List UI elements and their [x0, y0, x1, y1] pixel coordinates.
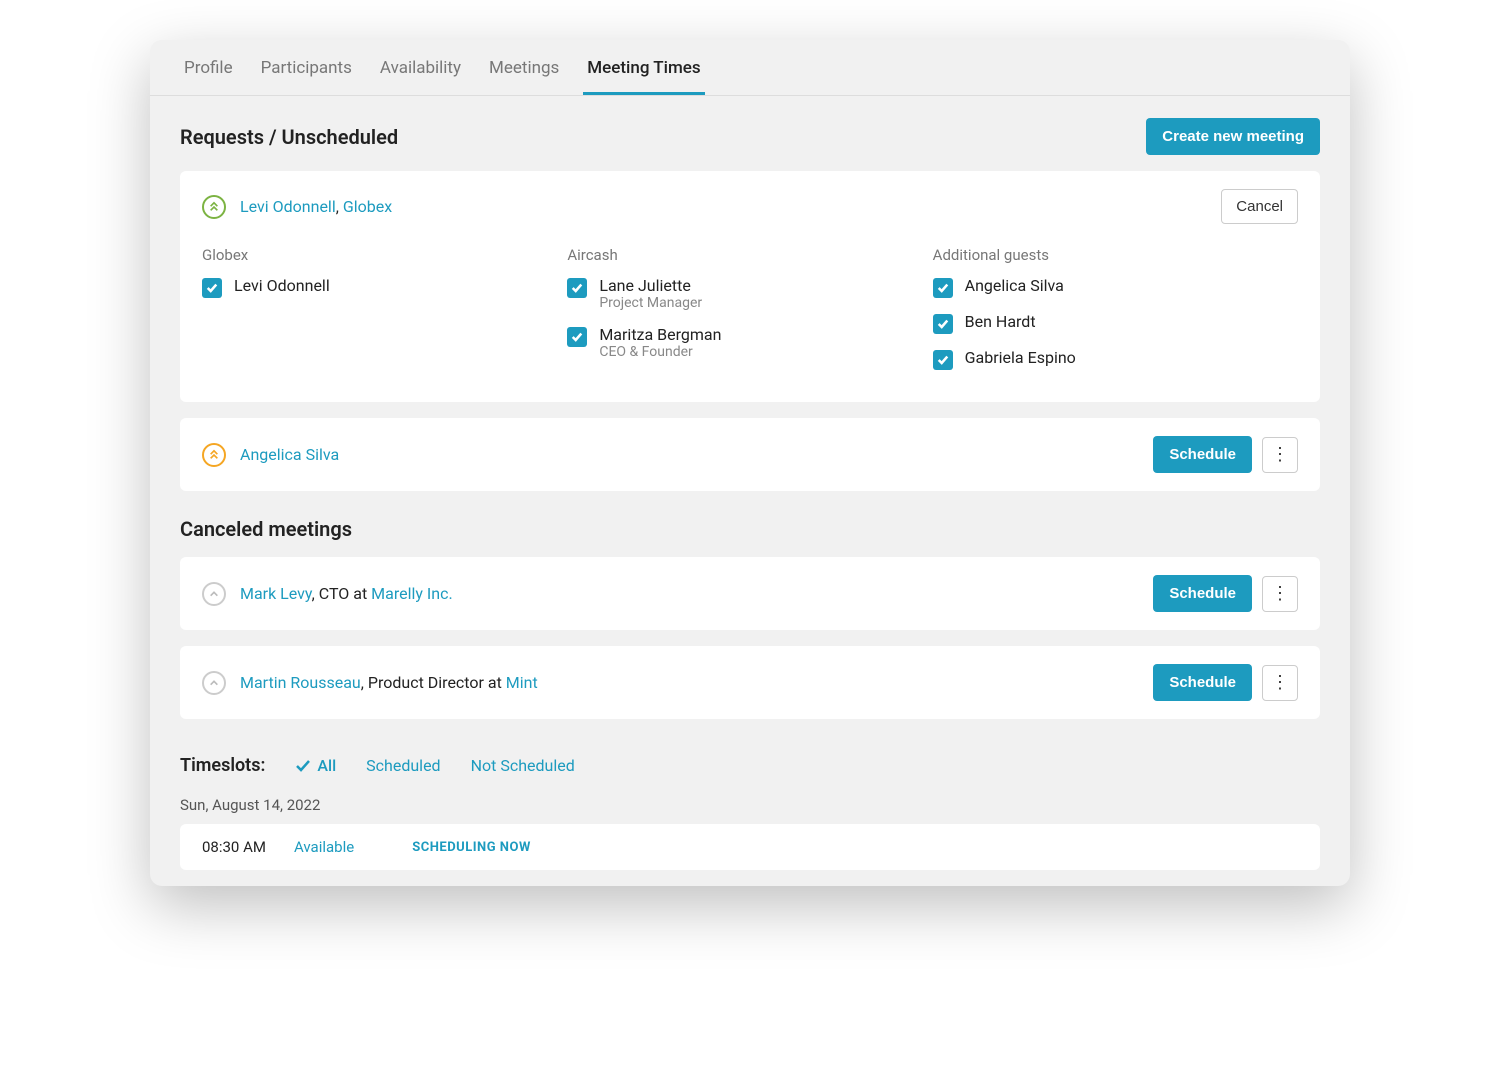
attendee-name: Angelica Silva: [965, 276, 1064, 295]
attendee-item: Gabriela Espino: [933, 348, 1298, 370]
scheduling-now-label: SCHEDULING NOW: [412, 840, 531, 855]
col-title: Globex: [202, 246, 567, 264]
tab-profile[interactable]: Profile: [180, 40, 237, 95]
slot-status[interactable]: Available: [294, 838, 354, 856]
timeslot-row: 08:30 AM Available SCHEDULING NOW: [180, 824, 1320, 870]
tab-availability[interactable]: Availability: [376, 40, 465, 95]
tab-meeting-times[interactable]: Meeting Times: [583, 40, 704, 95]
date-label: Sun, August 14, 2022: [150, 786, 1350, 824]
more-menu-button[interactable]: ⋮: [1262, 576, 1298, 612]
priority-high-icon: [202, 195, 226, 219]
filter-scheduled[interactable]: Scheduled: [366, 756, 440, 775]
create-meeting-button[interactable]: Create new meeting: [1146, 118, 1320, 155]
request-card: Levi Odonnell, Globex Cancel Globex Levi…: [180, 171, 1320, 402]
col-title: Aircash: [567, 246, 932, 264]
checkbox[interactable]: [567, 327, 587, 347]
tab-participants[interactable]: Participants: [257, 40, 356, 95]
canceled-person: Mark Levy, CTO at Marelly Inc.: [240, 584, 453, 603]
attendee-item: Angelica Silva: [933, 276, 1298, 298]
checkbox[interactable]: [567, 278, 587, 298]
canceled-person: Martin Rousseau, Product Director at Min…: [240, 673, 538, 692]
more-menu-button[interactable]: ⋮: [1262, 437, 1298, 473]
canceled-title: Canceled meetings: [180, 517, 352, 541]
company-link[interactable]: Globex: [343, 197, 392, 216]
checkbox[interactable]: [933, 350, 953, 370]
attendee-name: Gabriela Espino: [965, 348, 1076, 367]
col-title: Additional guests: [933, 246, 1298, 264]
schedule-button[interactable]: Schedule: [1153, 575, 1252, 612]
attendee-item: Ben Hardt: [933, 312, 1298, 334]
company-link[interactable]: Mint: [506, 673, 538, 692]
schedule-button[interactable]: Schedule: [1153, 436, 1252, 473]
attendee-item: Maritza Bergman CEO & Founder: [567, 325, 932, 360]
attendee-item: Lane Juliette Project Manager: [567, 276, 932, 311]
request-person: Levi Odonnell, Globex: [240, 197, 392, 216]
priority-medium-icon: [202, 443, 226, 467]
attendee-name: Levi Odonnell: [234, 276, 330, 295]
canceled-card: Martin Rousseau, Product Director at Min…: [180, 646, 1320, 719]
attendee-item: Levi Odonnell: [202, 276, 567, 298]
request-person: Angelica Silva: [240, 445, 339, 464]
expand-icon[interactable]: [202, 582, 226, 606]
checkbox[interactable]: [933, 314, 953, 334]
company-link[interactable]: Marelly Inc.: [371, 584, 453, 603]
person-link[interactable]: Mark Levy: [240, 584, 312, 603]
checkbox[interactable]: [202, 278, 222, 298]
attendee-name: Ben Hardt: [965, 312, 1036, 331]
filter-all[interactable]: All: [295, 756, 336, 775]
person-link[interactable]: Angelica Silva: [240, 445, 339, 464]
expand-icon[interactable]: [202, 671, 226, 695]
requests-title: Requests / Unscheduled: [180, 125, 398, 149]
timeslots-label: Timeslots:: [180, 755, 265, 776]
filter-not-scheduled[interactable]: Not Scheduled: [471, 756, 575, 775]
more-menu-button[interactable]: ⋮: [1262, 665, 1298, 701]
cancel-button[interactable]: Cancel: [1221, 189, 1298, 224]
person-link[interactable]: Levi Odonnell: [240, 197, 336, 216]
attendee-role: Project Manager: [599, 295, 702, 311]
schedule-button[interactable]: Schedule: [1153, 664, 1252, 701]
attendee-name: Maritza Bergman: [599, 325, 721, 344]
request-card: Angelica Silva Schedule ⋮: [180, 418, 1320, 491]
checkbox[interactable]: [933, 278, 953, 298]
canceled-card: Mark Levy, CTO at Marelly Inc. Schedule …: [180, 557, 1320, 630]
attendee-role: CEO & Founder: [599, 344, 721, 360]
tabs-bar: Profile Participants Availability Meetin…: [150, 40, 1350, 96]
person-link[interactable]: Martin Rousseau: [240, 673, 361, 692]
tab-meetings[interactable]: Meetings: [485, 40, 563, 95]
slot-time: 08:30 AM: [202, 838, 266, 856]
attendee-name: Lane Juliette: [599, 276, 702, 295]
